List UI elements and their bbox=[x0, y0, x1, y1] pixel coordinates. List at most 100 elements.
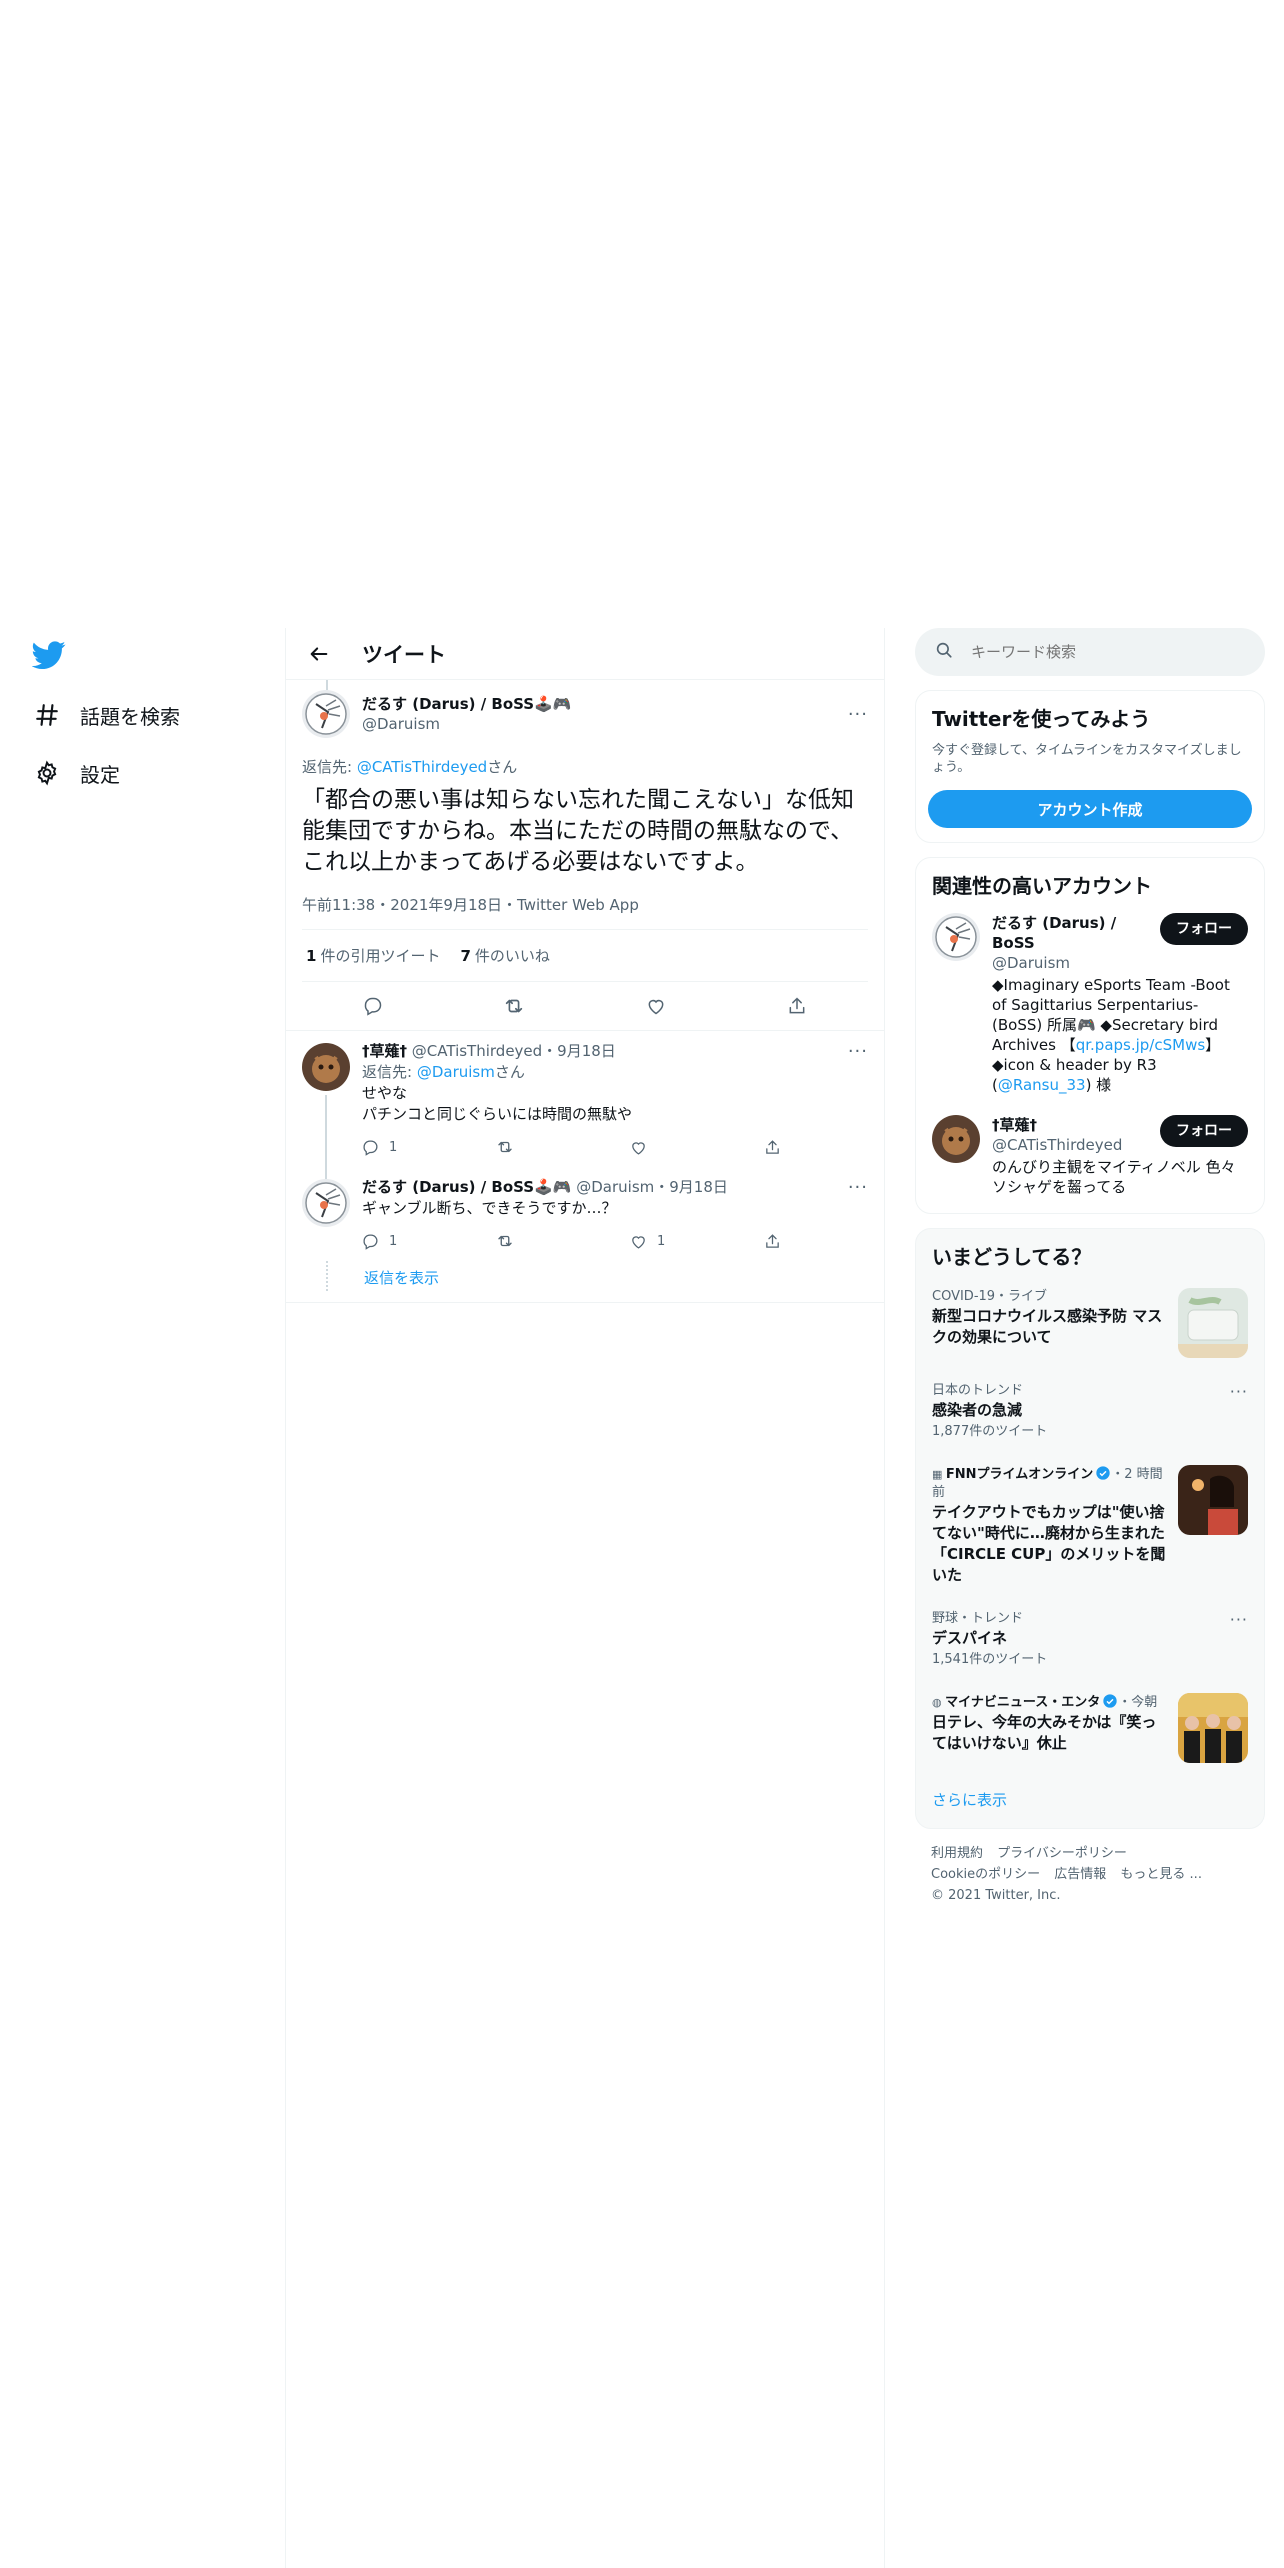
news-time: ・今朝 bbox=[1118, 1695, 1158, 1710]
reply-text-line: パチンコと同じぐらいには時間の無駄や bbox=[362, 1105, 633, 1123]
reply-author-name[interactable]: †草薙† bbox=[362, 1042, 407, 1060]
account-handle[interactable]: @CATisThirdeyed bbox=[992, 1135, 1122, 1155]
reply-text-line: せやな bbox=[362, 1084, 408, 1102]
trend-item[interactable]: COVID-19・ライブ 新型コロナウイルス感染予防 マスクの効果について bbox=[916, 1276, 1264, 1370]
right-column: Twitterを使ってみよう 今すぐ登録して、タイムラインをカスタマイズしましょ… bbox=[915, 628, 1265, 1920]
author-handle[interactable]: @Daruism bbox=[362, 714, 571, 734]
main-header: ツイート bbox=[286, 628, 884, 680]
reply-button[interactable]: 1 bbox=[362, 1231, 496, 1252]
nav-settings-label: 設定 bbox=[80, 762, 120, 787]
avatar[interactable] bbox=[302, 1043, 350, 1091]
trend-context: 野球・トレンド bbox=[932, 1611, 1024, 1626]
like-button[interactable] bbox=[630, 1139, 764, 1156]
create-account-button[interactable]: アカウント作成 bbox=[928, 790, 1252, 828]
share-button[interactable] bbox=[764, 1233, 898, 1250]
trend-name: 新型コロナウイルス感染予防 マスクの効果について bbox=[932, 1307, 1163, 1346]
signup-card: Twitterを使ってみよう 今すぐ登録して、タイムラインをカスタマイズしましょ… bbox=[915, 690, 1265, 843]
follow-button[interactable]: フォロー bbox=[1160, 913, 1248, 945]
footer-more-link[interactable]: もっと見る ... bbox=[1120, 1867, 1202, 1882]
retweet-icon[interactable] bbox=[497, 989, 531, 1023]
trend-context: 日本のトレンド bbox=[932, 1383, 1024, 1398]
tweet-timestamp[interactable]: 午前11:38・2021年9月18日・Twitter Web App bbox=[302, 894, 868, 930]
back-arrow-icon[interactable] bbox=[302, 637, 336, 671]
reply-author-handle[interactable]: @Daruism bbox=[576, 1178, 654, 1196]
trend-item[interactable]: ◍ マイナビニュース・エンタ ・今朝 日テレ、今年の大みそかは『笑ってはいけない』… bbox=[916, 1681, 1264, 1775]
reply-date[interactable]: ・9月18日 bbox=[654, 1178, 728, 1196]
related-title: 関連性の高いアカウント bbox=[932, 874, 1152, 898]
reply-button[interactable]: 1 bbox=[362, 1137, 496, 1158]
account-name[interactable]: †草薙† bbox=[992, 1115, 1122, 1135]
twitter-logo-icon[interactable] bbox=[31, 638, 66, 672]
reply-to-line: 返信先: @CATisThirdeyedさん bbox=[302, 756, 868, 777]
follow-button[interactable]: フォロー bbox=[1160, 1115, 1248, 1147]
news-source-line: ◍ マイナビニュース・エンタ ・今朝 bbox=[932, 1693, 1166, 1712]
account-bio: のんびり主観をマイティノベル 色々ソシャゲを齧ってる bbox=[992, 1158, 1236, 1196]
related-account[interactable]: だるす (Darus) / BoSS @Daruism フォロー ◆Imagin… bbox=[916, 899, 1264, 1101]
trend-item[interactable]: 野球・トレンド デスパイネ 1,541件のツイート ··· bbox=[916, 1598, 1264, 1681]
main-column: ツイート だるす (Darus) / BoSS🕹️🎮 @Daruism ··· … bbox=[285, 628, 885, 2568]
avatar[interactable] bbox=[302, 690, 350, 738]
reply-to-suffix: さん bbox=[494, 1063, 525, 1081]
reply-tweet[interactable]: だるす (Darus) / BoSS🕹️🎮 @Daruism・9月18日 ギャン… bbox=[286, 1167, 884, 1261]
search-bar[interactable] bbox=[915, 628, 1265, 676]
reply-actions: 1 bbox=[362, 1135, 898, 1159]
news-source: FNNプライムオンライン bbox=[945, 1467, 1094, 1482]
news-source-icon: ▦ bbox=[932, 1468, 946, 1481]
gear-icon bbox=[32, 758, 62, 788]
focal-tweet: だるす (Darus) / BoSS🕹️🎮 @Daruism ··· 返信先: … bbox=[286, 680, 884, 1031]
trend-item[interactable]: 日本のトレンド 感染者の急減 1,877件のツイート ··· bbox=[916, 1370, 1264, 1453]
more-icon[interactable]: ··· bbox=[848, 704, 868, 725]
trend-name: 感染者の急減 bbox=[932, 1401, 1023, 1419]
like-button[interactable]: 1 bbox=[630, 1231, 764, 1252]
more-icon[interactable]: ··· bbox=[1230, 1382, 1248, 1441]
like-count[interactable]: 7 件のいいね bbox=[460, 945, 549, 966]
reply-author-handle[interactable]: @CATisThirdeyed bbox=[412, 1042, 542, 1060]
reply-tweet[interactable]: †草薙† @CATisThirdeyed・9月18日 返信先: @Daruism… bbox=[286, 1031, 884, 1195]
share-button[interactable] bbox=[764, 1139, 898, 1156]
quote-count[interactable]: 1 件の引用ツイート bbox=[306, 945, 440, 966]
nav-explore[interactable]: 話題を検索 bbox=[32, 690, 180, 740]
like-icon[interactable] bbox=[639, 989, 673, 1023]
reply-count: 1 bbox=[389, 1139, 398, 1155]
left-nav: 話題を検索 設定 bbox=[0, 628, 284, 2568]
account-name[interactable]: だるす (Darus) / BoSS bbox=[992, 913, 1160, 953]
reply-author-name[interactable]: だるす (Darus) / BoSS🕹️🎮 bbox=[362, 1178, 571, 1196]
trend-thumbnail bbox=[1178, 1288, 1248, 1358]
trend-item[interactable]: ▦ FNNプライムオンライン ・2 時間前 テイクアウトでもカップは"使い捨てない… bbox=[916, 1453, 1264, 1598]
reply-to-link[interactable]: @CATisThirdeyed bbox=[357, 758, 487, 776]
reply-to-link[interactable]: @Daruism bbox=[417, 1063, 495, 1081]
trend-thumbnail bbox=[1178, 1465, 1248, 1535]
footer-privacy-link[interactable]: プライバシーポリシー bbox=[997, 1846, 1127, 1861]
reply-to-prefix: 返信先: bbox=[362, 1063, 417, 1081]
footer-terms-link[interactable]: 利用規約 bbox=[931, 1846, 983, 1861]
bio-mention[interactable]: @Ransu_33 bbox=[998, 1076, 1086, 1094]
related-account[interactable]: †草薙† @CATisThirdeyed フォロー のんびり主観をマイティノベル… bbox=[916, 1101, 1264, 1203]
trend-context: COVID-19・ライブ bbox=[932, 1289, 1048, 1304]
share-icon[interactable] bbox=[780, 989, 814, 1023]
signup-subtitle: 今すぐ登録して、タイムラインをカスタマイズしましょう。 bbox=[932, 743, 1242, 775]
avatar[interactable] bbox=[302, 1179, 350, 1227]
show-replies-link[interactable]: 返信を表示 bbox=[364, 1269, 439, 1287]
footer: 利用規約 プライバシーポリシー Cookieのポリシー 広告情報 もっと見る .… bbox=[915, 1829, 1265, 1920]
show-more-link[interactable]: さらに表示 bbox=[916, 1775, 1264, 1828]
tweet-text: 「都合の悪い事は知らない忘れた聞こえない」な低知能集団ですからね。本当にただの時… bbox=[302, 787, 854, 875]
search-input[interactable] bbox=[971, 643, 1231, 661]
retweet-button[interactable] bbox=[496, 1138, 630, 1156]
trend-thumbnail bbox=[1178, 1693, 1248, 1763]
bio-text: ) 様 bbox=[1085, 1076, 1112, 1094]
avatar[interactable] bbox=[932, 913, 980, 961]
nav-settings[interactable]: 設定 bbox=[32, 748, 120, 798]
more-icon[interactable]: ··· bbox=[1230, 1610, 1248, 1669]
author-name[interactable]: だるす (Darus) / BoSS🕹️🎮 bbox=[362, 694, 571, 714]
avatar[interactable] bbox=[932, 1115, 980, 1163]
footer-ads-link[interactable]: 広告情報 bbox=[1054, 1867, 1106, 1882]
more-icon[interactable]: ··· bbox=[848, 1177, 868, 1198]
footer-cookie-link[interactable]: Cookieのポリシー bbox=[931, 1867, 1040, 1882]
trend-name: 日テレ、今年の大みそかは『笑ってはいけない』休止 bbox=[932, 1713, 1157, 1752]
reply-date[interactable]: ・9月18日 bbox=[542, 1042, 616, 1060]
reply-icon[interactable] bbox=[356, 989, 390, 1023]
more-icon[interactable]: ··· bbox=[848, 1041, 868, 1062]
account-handle[interactable]: @Daruism bbox=[992, 953, 1160, 973]
retweet-button[interactable] bbox=[496, 1232, 630, 1250]
bio-link[interactable]: qr.paps.jp/cSMws bbox=[1076, 1036, 1205, 1054]
